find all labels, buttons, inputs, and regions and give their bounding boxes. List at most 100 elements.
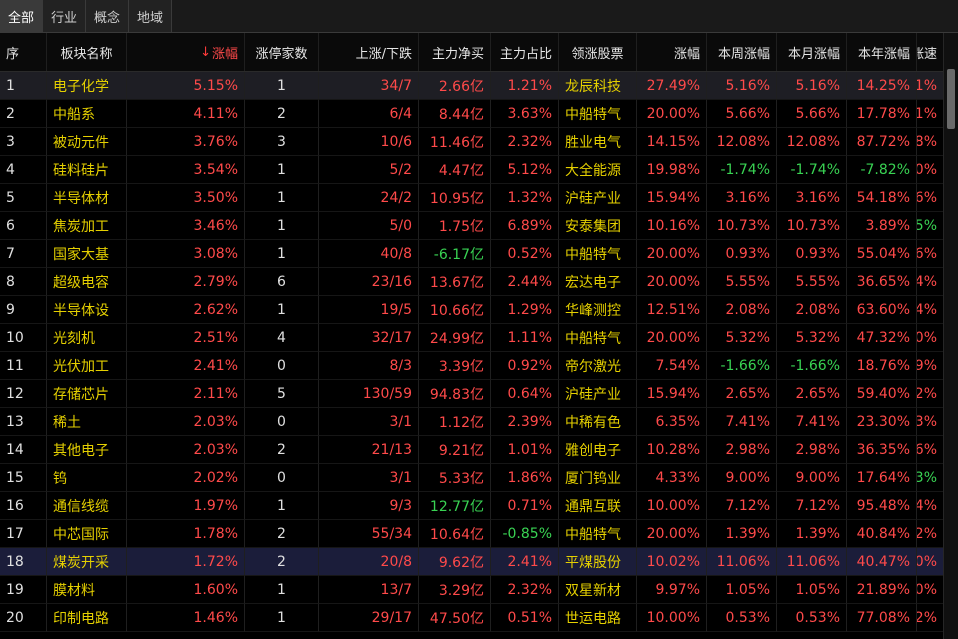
cell-week: 5.66% (707, 100, 777, 128)
table-row[interactable]: 9 半导体设 2.62% 1 19/5 10.66亿 1.29% 华峰测控 12.51% 2.08… (0, 296, 944, 324)
cell-month: 11.06% (777, 548, 847, 576)
cell-chg: 1.72% (127, 548, 245, 576)
tab-1[interactable]: 行业 (43, 0, 87, 32)
cell-week: 0.93% (707, 240, 777, 268)
cell-limit: 0 (245, 408, 319, 436)
cell-ratio: 1.29% (491, 296, 559, 324)
cell-month: -1.74% (777, 156, 847, 184)
table-row[interactable]: 11 光伏加工 2.41% 0 8/3 3.39亿 0.92% 帝尔激光 7.54% -1.66%… (0, 352, 944, 380)
cell-net: 8.44亿 (419, 100, 491, 128)
cell-month: 2.98% (777, 436, 847, 464)
header-col-10[interactable]: 本月涨幅 (777, 33, 847, 71)
cell-limit: 2 (245, 548, 319, 576)
cell-name: 钨 (47, 464, 127, 492)
sort-desc-icon: ↓ (200, 44, 211, 60)
cell-speed: 0.26% (917, 436, 944, 464)
table-row[interactable]: 17 中芯国际 1.78% 2 55/34 10.64亿 -0.85% 中船特气 20.00% 1… (0, 520, 944, 548)
header-col-7[interactable]: 领涨股票 (559, 33, 637, 71)
tab-3[interactable]: 地域 (129, 0, 173, 32)
cell-ud: 8/3 (319, 352, 419, 380)
header-col-9[interactable]: 本周涨幅 (707, 33, 777, 71)
cell-lead: 中稀有色 (559, 408, 637, 436)
vertical-scrollbar[interactable] (943, 33, 958, 639)
cell-no: 19 (0, 576, 47, 604)
header-col-3[interactable]: 涨停家数 (245, 33, 319, 71)
cell-lchg: 15.94% (637, 184, 707, 212)
cell-chg: 2.02% (127, 464, 245, 492)
cell-year: 40.47% (847, 548, 917, 576)
table-row[interactable]: 15 钨 2.02% 0 3/1 5.33亿 1.86% 厦门钨业 4.33% 9.00% 9.00… (0, 464, 944, 492)
cell-no: 5 (0, 184, 47, 212)
table-row[interactable]: 12 存储芯片 2.11% 5 130/59 94.83亿 0.64% 沪硅产业 15.94% 2… (0, 380, 944, 408)
cell-chg: 3.50% (127, 184, 245, 212)
cell-year: 18.76% (847, 352, 917, 380)
cell-lead: 龙辰科技 (559, 72, 637, 100)
cell-name: 被动元件 (47, 128, 127, 156)
tab-0[interactable]: 全部 (0, 0, 44, 32)
cell-lead: 沪硅产业 (559, 380, 637, 408)
cell-lchg: 14.15% (637, 128, 707, 156)
cell-ratio: 0.64% (491, 380, 559, 408)
cell-month: 5.32% (777, 324, 847, 352)
table-row[interactable]: 4 硅料硅片 3.54% 1 5/2 4.47亿 5.12% 大全能源 19.98% -1.74%… (0, 156, 944, 184)
table-row[interactable]: 18 煤炭开采 1.72% 2 20/8 9.62亿 2.41% 平煤股份 10.02% 11.0… (0, 548, 944, 576)
table-row[interactable]: 2 中船系 4.11% 2 6/4 8.44亿 3.63% 中船特气 20.00% 5.66% 5.… (0, 100, 944, 128)
cell-ud: 130/59 (319, 380, 419, 408)
cell-chg: 2.03% (127, 408, 245, 436)
table-row[interactable]: 6 焦炭加工 3.46% 1 5/0 1.75亿 6.89% 安泰集团 10.16% 10.73%… (0, 212, 944, 240)
header-col-11[interactable]: 本年涨幅 (847, 33, 917, 71)
cell-lchg: 6.35% (637, 408, 707, 436)
cell-year: -7.82% (847, 156, 917, 184)
table-row[interactable]: 19 膜材料 1.60% 1 13/7 3.29亿 2.32% 双星新材 9.97% 1.05% 1… (0, 576, 944, 604)
cell-no: 12 (0, 380, 47, 408)
header-col-5[interactable]: 主力净买 (419, 33, 491, 71)
scrollbar-thumb[interactable] (947, 69, 955, 129)
table-row[interactable]: 16 通信线缆 1.97% 1 9/3 12.77亿 0.71% 通鼎互联 10.00% 7.12… (0, 492, 944, 520)
cell-week: 1.05% (707, 576, 777, 604)
cell-speed: 0.24% (917, 492, 944, 520)
cell-no: 20 (0, 604, 47, 632)
cell-no: 15 (0, 464, 47, 492)
cell-name: 电子化学 (47, 72, 127, 100)
table-row[interactable]: 10 光刻机 2.51% 4 32/17 24.99亿 1.11% 中船特气 20.00% 5.3… (0, 324, 944, 352)
cell-net: 9.21亿 (419, 436, 491, 464)
header-col-2[interactable]: ↓ 涨幅 (127, 33, 245, 71)
table-row[interactable]: 1 电子化学 5.15% 1 34/7 2.66亿 1.21% 龙辰科技 27.49% 5.16%… (0, 72, 944, 100)
cell-net: 10.64亿 (419, 520, 491, 548)
table-row[interactable]: 5 半导体材 3.50% 1 24/2 10.95亿 1.32% 沪硅产业 15.94% 3.16… (0, 184, 944, 212)
cell-limit: 0 (245, 352, 319, 380)
cell-net: 10.95亿 (419, 184, 491, 212)
table-row[interactable]: 14 其他电子 2.03% 2 21/13 9.21亿 1.01% 雅创电子 10.28% 2.9… (0, 436, 944, 464)
cell-lchg: 10.16% (637, 212, 707, 240)
table-row[interactable]: 3 被动元件 3.76% 3 10/6 11.46亿 2.32% 胜业电气 14.15% 12.0… (0, 128, 944, 156)
cell-month: 9.00% (777, 464, 847, 492)
table-row[interactable]: 20 印制电路 1.46% 1 29/17 47.50亿 0.51% 世运电路 10.00% 0.… (0, 604, 944, 632)
cell-lead: 大全能源 (559, 156, 637, 184)
cell-no: 13 (0, 408, 47, 436)
table-row[interactable]: 13 稀土 2.03% 0 3/1 1.12亿 2.39% 中稀有色 6.35% 7.41% 7.4… (0, 408, 944, 436)
cell-month: 5.55% (777, 268, 847, 296)
cell-year: 40.84% (847, 520, 917, 548)
tab-2[interactable]: 概念 (86, 0, 130, 32)
cell-net: -6.17亿 (419, 240, 491, 268)
header-col-6[interactable]: 主力占比 (491, 33, 559, 71)
cell-lead: 华峰测控 (559, 296, 637, 324)
cell-no: 18 (0, 548, 47, 576)
header-col-0[interactable]: 序 (0, 33, 47, 71)
header-col-4[interactable]: 上涨/下跌 (319, 33, 419, 71)
cell-lchg: 20.00% (637, 268, 707, 296)
cell-limit: 5 (245, 380, 319, 408)
header-col-12[interactable]: 涨速 (917, 33, 944, 71)
cell-month: -1.66% (777, 352, 847, 380)
table-row[interactable]: 8 超级电容 2.79% 6 23/16 13.67亿 2.44% 宏达电子 20.00% 5.5… (0, 268, 944, 296)
table-row[interactable]: 7 国家大基 3.08% 1 40/8 -6.17亿 0.52% 中船特气 20.00% 0.93… (0, 240, 944, 268)
sector-table: 序板块名称 ↓ 涨幅 涨停家数 上涨/下跌 主力净买 主力占比 领涨股票 涨幅 本周涨幅 本月涨幅本… (0, 33, 944, 632)
cell-ud: 40/8 (319, 240, 419, 268)
header-col-1[interactable]: 板块名称 (47, 33, 127, 71)
cell-year: 77.08% (847, 604, 917, 632)
cell-net: 1.75亿 (419, 212, 491, 240)
tab-bar: 全部 行业 概念 地域 (0, 0, 958, 33)
cell-limit: 4 (245, 324, 319, 352)
cell-week: 2.65% (707, 380, 777, 408)
header-col-8[interactable]: 涨幅 (637, 33, 707, 71)
